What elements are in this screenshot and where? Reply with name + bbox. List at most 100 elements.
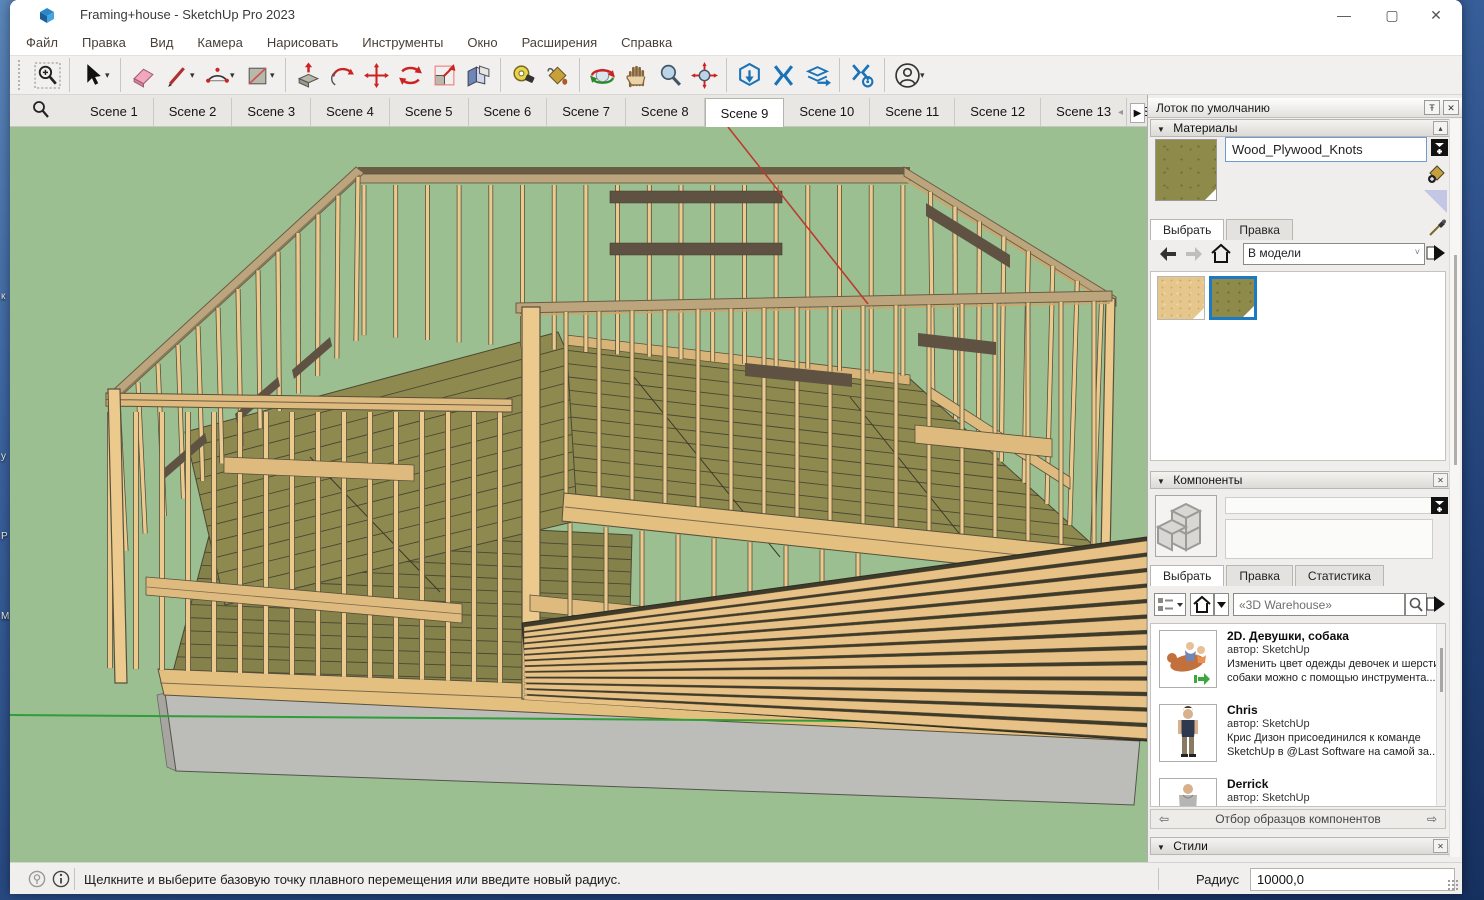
materials-section-header[interactable]: ▼ Материалы ▴	[1150, 119, 1451, 137]
tab-scene-11[interactable]: Scene 11	[870, 98, 955, 126]
tray-pin-icon[interactable]: Ŧ	[1424, 100, 1440, 115]
material-sample-swatch[interactable]	[1423, 189, 1448, 219]
radius-input[interactable]	[1250, 868, 1455, 891]
menu-draw[interactable]: Нарисовать	[267, 35, 338, 50]
share-model-icon[interactable]	[800, 58, 834, 92]
materials-tab-select[interactable]: Выбрать	[1150, 219, 1224, 240]
model-viewport[interactable]	[10, 127, 1147, 862]
paint-bucket-tool-icon[interactable]	[540, 58, 574, 92]
component-item-girls-dog[interactable]: 2D. Девушки, собака автор: SketchUp Изме…	[1151, 626, 1445, 700]
search-magnifier-icon[interactable]	[1405, 593, 1427, 616]
components-list-scrollbar[interactable]	[1436, 624, 1445, 807]
move-tool-icon[interactable]	[359, 58, 393, 92]
components-pane-toggle-icon[interactable]	[1431, 497, 1448, 519]
view-options-button[interactable]	[1154, 593, 1186, 616]
account-dropdown-caret[interactable]: ▾	[920, 70, 930, 81]
minimize-button[interactable]: —	[1322, 0, 1366, 30]
tab-scene-7[interactable]: Scene 7	[547, 98, 626, 126]
scale-tool-icon[interactable]	[427, 58, 461, 92]
materials-list[interactable]	[1150, 271, 1446, 461]
component-item-derrick[interactable]: Derrick автор: SketchUp	[1151, 774, 1445, 807]
menu-file[interactable]: Файл	[26, 35, 58, 50]
components-close-icon[interactable]: ✕	[1433, 473, 1448, 487]
components-list[interactable]: 2D. Девушки, собака автор: SketchUp Изме…	[1150, 623, 1446, 807]
line-dropdown-caret[interactable]: ▾	[190, 70, 200, 81]
toolbar-drag-handle[interactable]	[18, 60, 24, 90]
offset-tool-icon[interactable]	[461, 58, 495, 92]
rectangle-tool-icon[interactable]	[240, 58, 274, 92]
resize-grip[interactable]	[1447, 879, 1459, 891]
zoom-window-icon[interactable]	[30, 58, 64, 92]
arc-tool-icon[interactable]	[200, 58, 234, 92]
tab-scene-1[interactable]: Scene 1	[75, 98, 154, 126]
menu-edit[interactable]: Правка	[82, 35, 126, 50]
components-tab-edit[interactable]: Правка	[1226, 565, 1293, 586]
home-icon[interactable]	[1210, 243, 1232, 264]
tab-scroll-right-icon[interactable]: ▶	[1130, 103, 1145, 123]
push-pull-tool-icon[interactable]	[291, 58, 325, 92]
extension-warehouse-icon[interactable]	[766, 58, 800, 92]
menu-view[interactable]: Вид	[150, 35, 174, 50]
component-item-chris[interactable]: Chris автор: SketchUp Крис Дизон присоед…	[1151, 700, 1445, 774]
tab-scene-4[interactable]: Scene 4	[311, 98, 390, 126]
sample-paint-eyedropper-icon[interactable]	[1428, 217, 1448, 242]
tape-measure-tool-icon[interactable]	[506, 58, 540, 92]
components-nav-dropdown[interactable]	[1214, 593, 1229, 616]
tray-scrollbar[interactable]	[1449, 119, 1460, 857]
components-tab-select[interactable]: Выбрать	[1150, 565, 1224, 586]
material-preview[interactable]	[1155, 139, 1217, 201]
menu-camera[interactable]: Камера	[197, 35, 242, 50]
tab-scene-10[interactable]: Scene 10	[784, 98, 870, 126]
tab-scene-5[interactable]: Scene 5	[390, 98, 469, 126]
arc-dropdown-caret[interactable]: ▾	[230, 70, 240, 81]
menu-window[interactable]: Окно	[467, 35, 497, 50]
rectangle-dropdown-caret[interactable]: ▾	[270, 70, 280, 81]
styles-section-header[interactable]: ▼ Стили ✕	[1150, 837, 1451, 855]
zoom-extents-tool-icon[interactable]	[687, 58, 721, 92]
zoom-tool-icon[interactable]	[653, 58, 687, 92]
account-icon[interactable]	[890, 58, 924, 92]
material-swatch-plywood-selected[interactable]	[1209, 276, 1257, 320]
3d-warehouse-icon[interactable]	[732, 58, 766, 92]
eraser-tool-icon[interactable]	[126, 58, 160, 92]
tab-scene-9[interactable]: Scene 9	[705, 98, 785, 127]
tab-scene-8[interactable]: Scene 8	[626, 98, 705, 126]
material-swatch-wood[interactable]	[1157, 276, 1205, 320]
extension-manager-icon[interactable]	[845, 58, 879, 92]
materials-collapse-icon[interactable]: ▴	[1433, 121, 1448, 135]
pan-tool-icon[interactable]	[619, 58, 653, 92]
menu-help[interactable]: Справка	[621, 35, 672, 50]
styles-close-icon[interactable]: ✕	[1433, 839, 1448, 853]
create-material-icon[interactable]	[1426, 163, 1448, 190]
follow-me-tool-icon[interactable]	[325, 58, 359, 92]
tab-scene-6[interactable]: Scene 6	[469, 98, 548, 126]
components-tab-stats[interactable]: Статистика	[1295, 565, 1384, 586]
components-details-icon[interactable]	[1426, 594, 1446, 614]
maximize-button[interactable]: ▢	[1370, 0, 1414, 30]
close-button[interactable]: ✕	[1414, 0, 1458, 30]
tab-scene-2[interactable]: Scene 2	[154, 98, 233, 126]
components-section-header[interactable]: ▼ Компоненты ✕	[1150, 471, 1451, 489]
footer-back-arrow-icon[interactable]: ⇦	[1159, 812, 1169, 826]
scenes-search-icon[interactable]	[30, 99, 52, 121]
component-name-field[interactable]	[1225, 497, 1433, 514]
rotate-tool-icon[interactable]	[393, 58, 427, 92]
select-tool-icon[interactable]	[75, 58, 109, 92]
tab-scene-3[interactable]: Scene 3	[232, 98, 311, 126]
footer-forward-arrow-icon[interactable]: ⇨	[1427, 812, 1437, 826]
menu-tools[interactable]: Инструменты	[362, 35, 443, 50]
tray-close-icon[interactable]: ✕	[1443, 100, 1459, 115]
material-name-input[interactable]	[1225, 137, 1427, 162]
warehouse-search-input[interactable]	[1233, 593, 1405, 616]
materials-tab-edit[interactable]: Правка	[1226, 219, 1293, 240]
menu-extensions[interactable]: Расширения	[522, 35, 598, 50]
line-tool-icon[interactable]	[160, 58, 194, 92]
materials-collection-dropdown[interactable]: В модели ˅	[1243, 243, 1425, 265]
select-dropdown-caret[interactable]: ▾	[105, 70, 115, 81]
geolocation-icon[interactable]	[28, 870, 46, 888]
materials-details-icon[interactable]	[1426, 243, 1446, 263]
tab-scroll-left-icon[interactable]: ◂	[1113, 103, 1128, 123]
component-description-field[interactable]	[1225, 519, 1433, 559]
orbit-tool-icon[interactable]	[585, 58, 619, 92]
materials-pane-toggle-icon[interactable]	[1431, 139, 1448, 161]
